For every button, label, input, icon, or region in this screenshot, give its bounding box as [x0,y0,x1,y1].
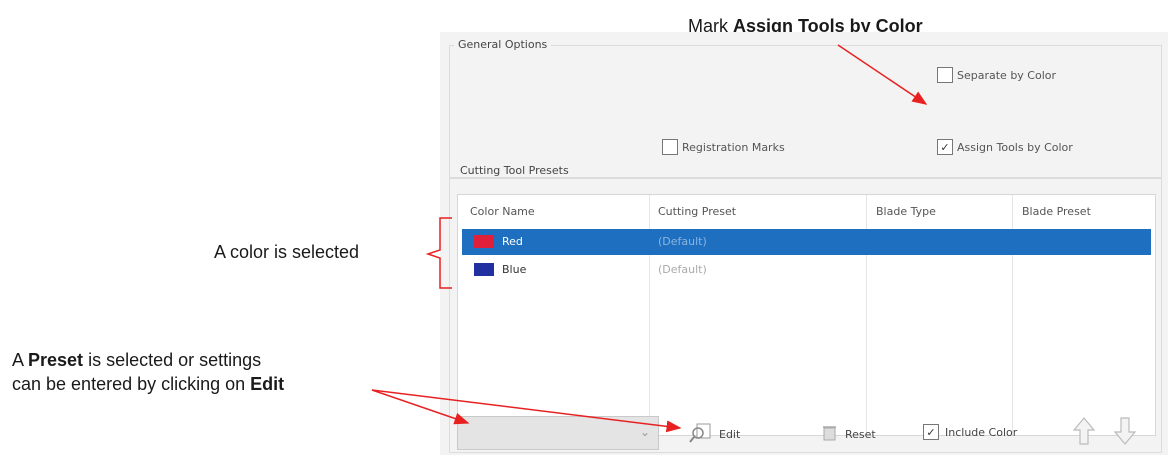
annotation-arrows [371,44,928,433]
